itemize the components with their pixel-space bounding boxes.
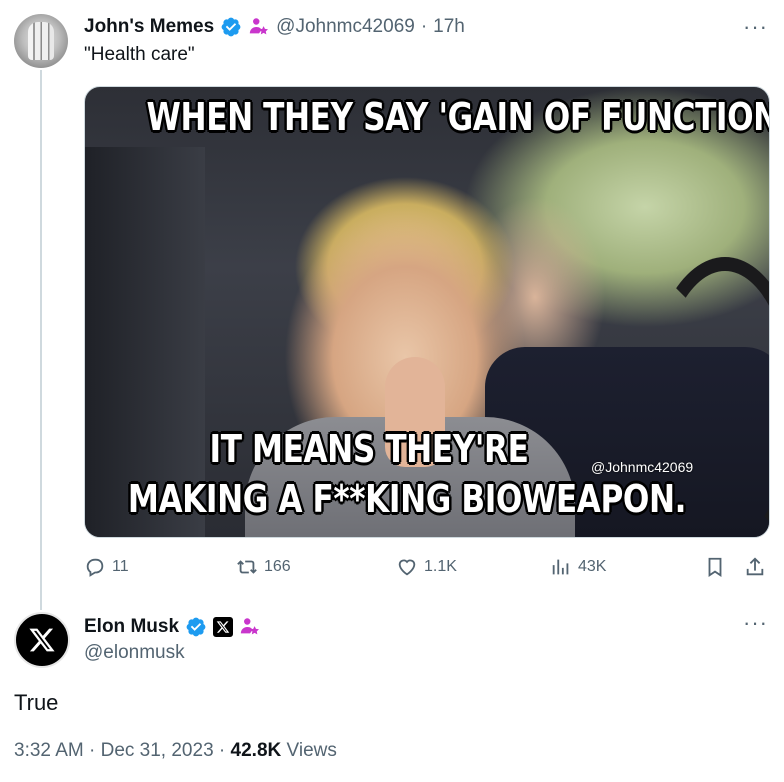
like-count: 1.1K: [424, 558, 457, 575]
x-badge-icon: [213, 617, 234, 637]
tweet-text: "Health care": [84, 44, 195, 65]
reply-views-label: Views: [286, 740, 337, 761]
meme-caption-bottom: MAKING A F**KING BIOWEAPON.: [127, 477, 687, 521]
affiliate-icon: [240, 618, 259, 635]
bookmark-icon: [708, 557, 722, 577]
retweet-button[interactable]: 166: [236, 556, 291, 578]
meme-watermark: @Johnmc42069: [591, 459, 694, 475]
reply-author-handle[interactable]: @elonmusk: [84, 642, 185, 664]
like-icon: [398, 559, 416, 576]
avatar-elon-musk[interactable]: [14, 612, 70, 668]
meme-caption-middle: IT MEANS THEY'RE: [209, 427, 529, 471]
bookmark-button[interactable]: [704, 556, 726, 578]
reply-count: 11: [112, 558, 129, 575]
like-button[interactable]: 1.1K: [396, 556, 457, 578]
reply-button[interactable]: 11: [84, 556, 129, 578]
reply-icon: [86, 558, 104, 577]
reply-text: True: [14, 690, 59, 715]
share-button[interactable]: [744, 556, 766, 578]
tweet-actions: 11 166 1.1K 43K: [84, 556, 770, 582]
verified-icon: [186, 617, 206, 637]
separator: ·: [89, 740, 96, 761]
meme-caption-top: WHEN THEY SAY 'GAIN OF FUNCTION': [146, 95, 770, 139]
views-icon: [552, 559, 569, 575]
reply-header: Elon Musk: [84, 614, 261, 640]
avatar-image: [28, 22, 54, 60]
author-name[interactable]: John's Memes: [84, 16, 214, 38]
timestamp[interactable]: 17h: [433, 16, 465, 38]
author-handle[interactable]: @Johnmc42069: [276, 16, 415, 38]
retweet-count: 166: [264, 558, 291, 575]
separator: ·: [218, 740, 226, 761]
separator: ·: [420, 16, 428, 37]
affiliate-icon: [250, 18, 269, 35]
retweet-icon: [237, 560, 257, 574]
x-logo-icon: [29, 628, 55, 652]
verified-icon: [221, 17, 241, 37]
reply-time[interactable]: 3:32 AM: [14, 740, 84, 761]
tweet-header: John's Memes @Johnmc42069 · 17h: [84, 14, 465, 40]
share-icon: [746, 557, 764, 576]
views-count: 43K: [578, 558, 607, 575]
more-icon[interactable]: ···: [743, 612, 768, 634]
reply-date[interactable]: Dec 31, 2023: [101, 740, 214, 761]
reply-views-count: 42.8K: [230, 740, 282, 761]
avatar-johns-memes[interactable]: [14, 14, 68, 68]
thread-line: [40, 70, 42, 610]
reply-meta: 3:32 AM · Dec 31, 2023 · 42.8K Views: [14, 740, 337, 762]
more-icon[interactable]: ···: [743, 16, 768, 38]
reply-author-name[interactable]: Elon Musk: [84, 616, 179, 638]
views-button[interactable]: 43K: [550, 556, 606, 578]
tweet-media-image[interactable]: WHEN THEY SAY 'GAIN OF FUNCTION' IT MEAN…: [84, 86, 770, 538]
